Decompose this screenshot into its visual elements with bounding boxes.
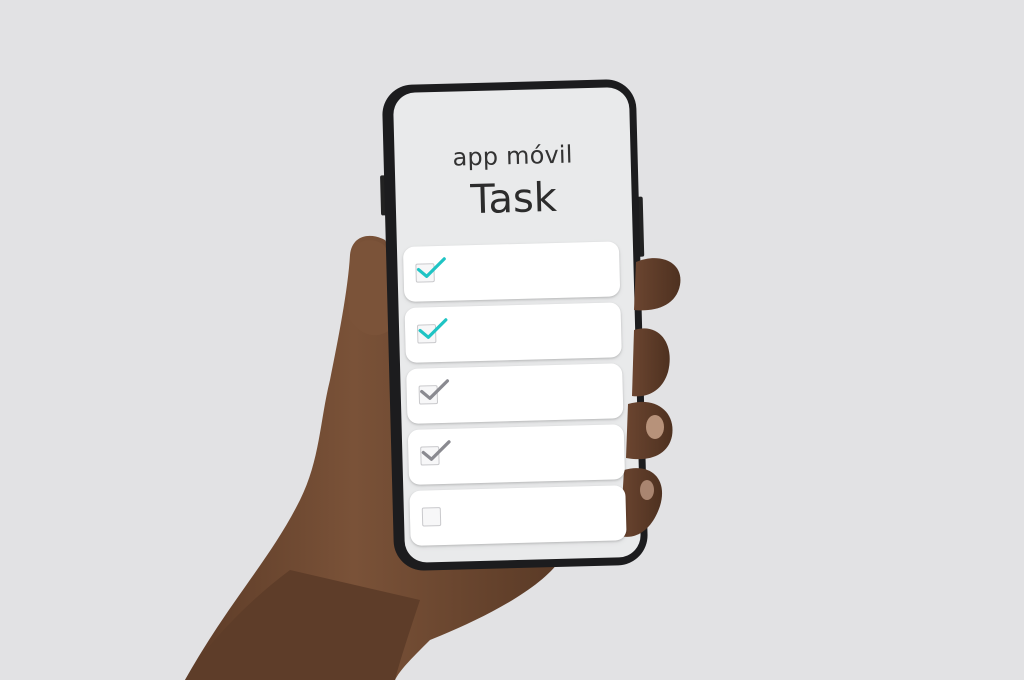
checkmark-icon [416, 257, 446, 278]
checkmark-icon [420, 379, 450, 400]
pinky-nail [640, 480, 654, 500]
task-item[interactable] [402, 241, 621, 302]
task-list [402, 241, 627, 552]
app-title: Task [469, 174, 558, 224]
app-screen: app móvil Task [393, 87, 641, 563]
task-checkbox[interactable] [421, 507, 442, 527]
index-finger [634, 258, 681, 311]
task-item[interactable] [406, 363, 624, 424]
ring-nail [646, 415, 664, 439]
task-item[interactable] [404, 302, 622, 363]
app-subtitle: app móvil [452, 140, 574, 172]
task-item[interactable] [409, 485, 627, 546]
thumb [347, 240, 392, 336]
checkmark-icon [418, 318, 448, 339]
checkmark-icon [421, 440, 451, 461]
task-item[interactable] [407, 424, 626, 485]
middle-finger [632, 328, 670, 397]
